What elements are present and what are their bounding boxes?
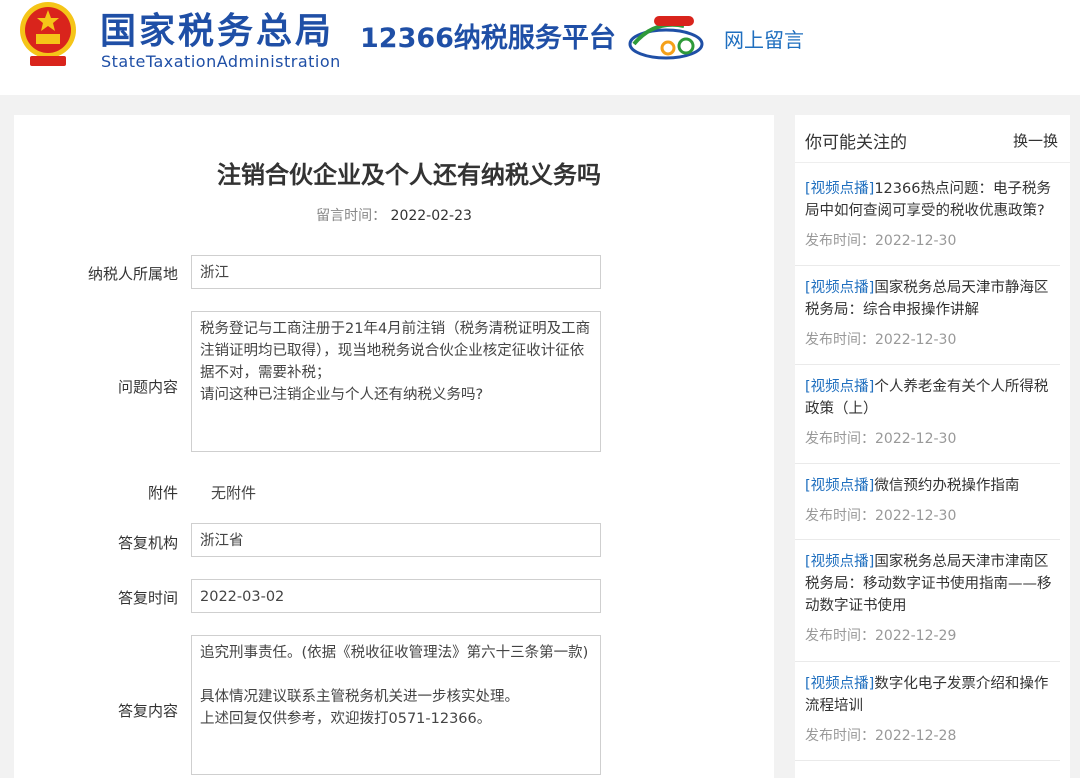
online-message-link[interactable]: 网上留言 bbox=[724, 24, 804, 53]
news-title[interactable]: 微信预约办税操作指南 bbox=[874, 478, 1019, 494]
news-tag[interactable]: [视频点播] bbox=[805, 554, 874, 570]
question-content-label: 问题内容 bbox=[117, 378, 178, 396]
divider bbox=[795, 265, 1060, 266]
news-tag[interactable]: [视频点播] bbox=[805, 280, 874, 296]
news-tag[interactable]: [视频点播] bbox=[805, 379, 874, 395]
reply-agency-label: 答复机构 bbox=[117, 534, 178, 552]
sidebar-item[interactable]: [视频点播]微信预约办税操作指南 发布时间：2022-12-30 bbox=[805, 475, 1061, 525]
news-date: 发布时间：2022-12-30 bbox=[805, 428, 1061, 448]
news-date-value: 2022-12-28 bbox=[875, 728, 957, 744]
news-date-value: 2022-12-30 bbox=[875, 233, 957, 249]
news-date-value: 2022-12-30 bbox=[875, 431, 957, 447]
attachment-label: 附件 bbox=[147, 484, 178, 502]
divider bbox=[795, 760, 1060, 761]
sidebar-item[interactable]: [视频点播]12366热点问题：电子税务局中如何查阅可享受的税收优惠政策? 发布… bbox=[805, 178, 1061, 250]
divider bbox=[795, 364, 1060, 365]
divider bbox=[795, 463, 1060, 464]
message-time-label: 留言时间： bbox=[316, 208, 387, 224]
news-date-label: 发布时间： bbox=[805, 728, 875, 744]
page-header: 国家税务总局 StateTaxationAdministration 12366… bbox=[0, 0, 1080, 95]
divider bbox=[795, 539, 1060, 540]
news-date: 发布时间：2022-12-28 bbox=[805, 725, 1061, 745]
reply-content-label: 答复内容 bbox=[117, 702, 178, 720]
sidebar-item[interactable]: [视频点播]国家税务总局天津市静海区税务局：综合申报操作讲解 发布时间：2022… bbox=[805, 277, 1061, 349]
reply-content-field[interactable]: 追究刑事责任。(依据《税收征收管理法》第六十三条第一款) 具体情况建议联系主管税… bbox=[191, 635, 601, 775]
news-date: 发布时间：2022-12-30 bbox=[805, 505, 1061, 525]
sidebar-title: 你可能关注的 bbox=[805, 133, 907, 153]
site-name-english: StateTaxationAdministration bbox=[101, 52, 341, 71]
site-name[interactable]: 国家税务总局 bbox=[100, 10, 334, 54]
news-tag[interactable]: [视频点播] bbox=[805, 478, 874, 494]
news-date: 发布时间：2022-12-30 bbox=[805, 230, 1061, 250]
news-date-label: 发布时间： bbox=[805, 332, 875, 348]
news-date: 发布时间：2022-12-29 bbox=[805, 625, 1061, 645]
reply-agency-field: 浙江省 bbox=[191, 523, 601, 557]
attachment-value: 无附件 bbox=[211, 484, 257, 502]
question-title: 注销合伙企业及个人还有纳税义务吗 bbox=[217, 161, 601, 189]
sidebar-header: 你可能关注的 换一换 bbox=[795, 115, 1070, 163]
12366-logo-icon bbox=[628, 16, 704, 60]
divider bbox=[795, 661, 1060, 662]
news-date-label: 发布时间： bbox=[805, 628, 875, 644]
news-date: 发布时间：2022-12-30 bbox=[805, 329, 1061, 349]
news-date-label: 发布时间： bbox=[805, 431, 875, 447]
sidebar-item[interactable]: [视频点播]数字化电子发票介绍和操作流程培训 发布时间：2022-12-28 bbox=[805, 673, 1061, 745]
sidebar-item[interactable]: [视频点播]国家税务总局天津市津南区税务局：移动数字证书使用指南——移动数字证书… bbox=[805, 551, 1061, 645]
question-content-field: 税务登记与工商注册于21年4月前注销（税务清税证明及工商注销证明均已取得），现当… bbox=[191, 311, 601, 452]
news-date-value: 2022-12-30 bbox=[875, 332, 957, 348]
platform-name[interactable]: 12366纳税服务平台 bbox=[360, 20, 616, 58]
refresh-button[interactable]: 换一换 bbox=[1013, 130, 1058, 151]
message-time: 留言时间： 2022-02-23 bbox=[14, 205, 774, 225]
reply-time-label: 答复时间 bbox=[117, 589, 178, 607]
news-tag[interactable]: [视频点播] bbox=[805, 181, 874, 197]
news-tag[interactable]: [视频点播] bbox=[805, 676, 874, 692]
national-emblem-icon bbox=[20, 2, 76, 66]
question-panel: 注销合伙企业及个人还有纳税义务吗 留言时间： 2022-02-23 纳税人所属地… bbox=[14, 115, 774, 778]
news-date-label: 发布时间： bbox=[805, 233, 875, 249]
recommend-sidebar: 你可能关注的 换一换 [视频点播]12366热点问题：电子税务局中如何查阅可享受… bbox=[795, 115, 1070, 778]
reply-time-field: 2022-03-02 bbox=[191, 579, 601, 613]
message-time-value: 2022-02-23 bbox=[390, 208, 472, 224]
news-date-value: 2022-12-30 bbox=[875, 508, 957, 524]
sidebar-item[interactable]: [视频点播]个人养老金有关个人所得税政策（上） 发布时间：2022-12-30 bbox=[805, 376, 1061, 448]
taxpayer-location-label: 纳税人所属地 bbox=[87, 265, 178, 283]
news-date-label: 发布时间： bbox=[805, 508, 875, 524]
taxpayer-location-field: 浙江 bbox=[191, 255, 601, 289]
news-date-value: 2022-12-29 bbox=[875, 628, 957, 644]
